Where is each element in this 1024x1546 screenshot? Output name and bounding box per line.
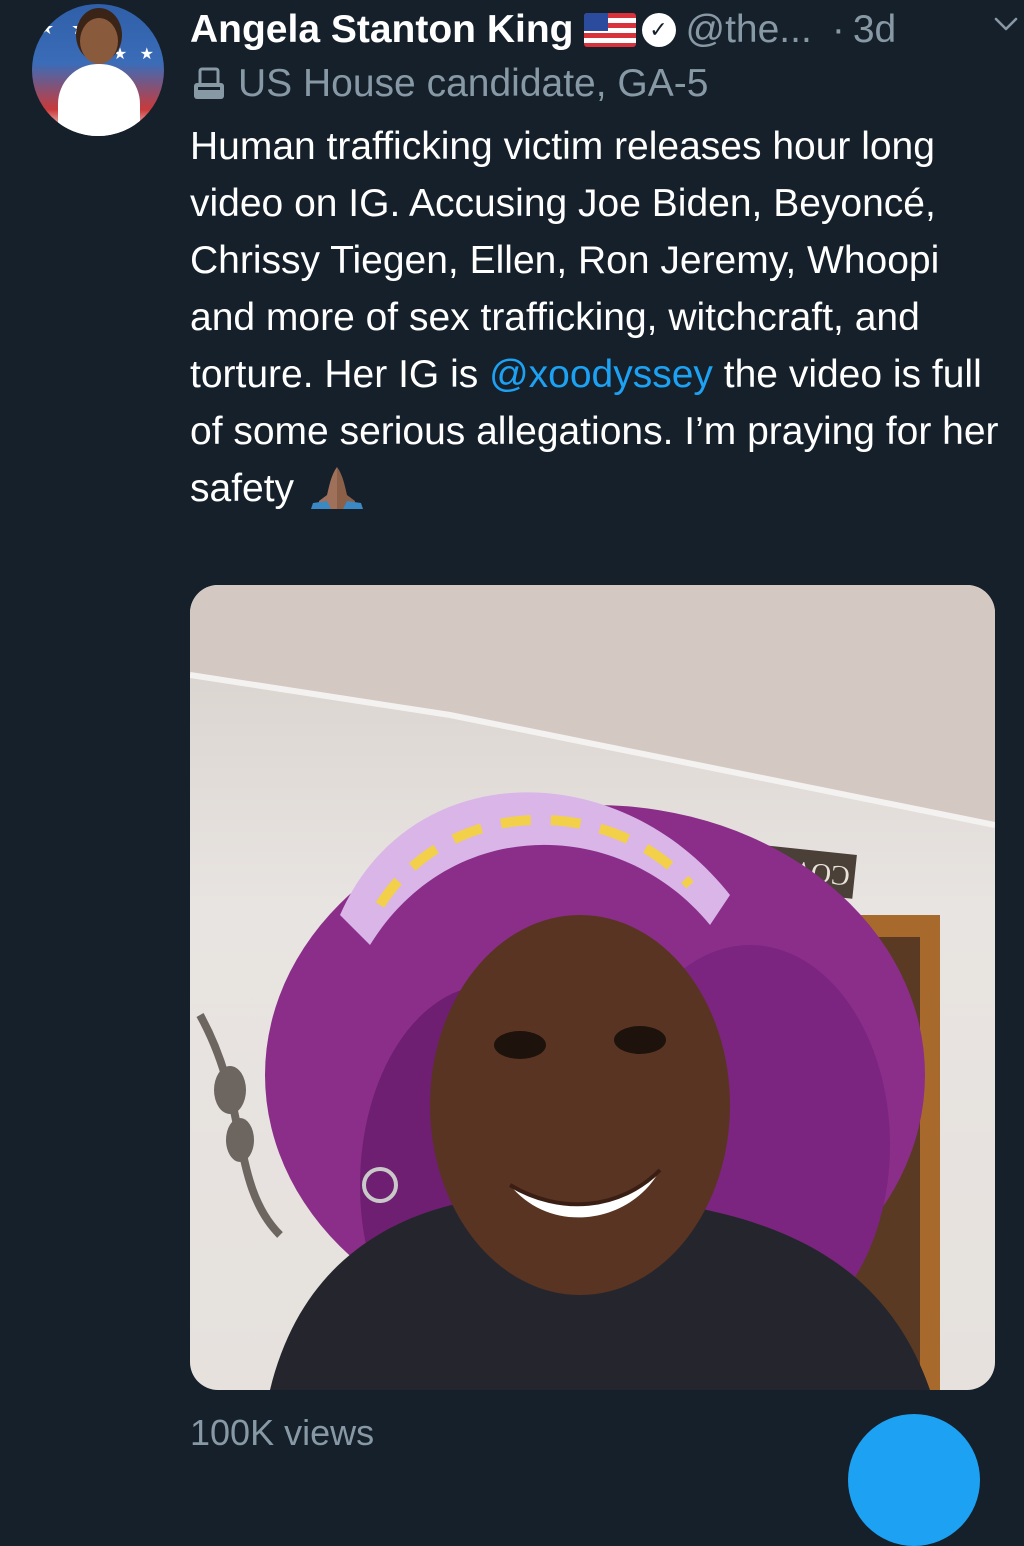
compose-tweet-button[interactable] (848, 1414, 980, 1546)
ballot-box-icon (194, 67, 224, 99)
tweet-timestamp[interactable]: 3d (853, 8, 896, 52)
avatar-head (80, 18, 118, 64)
us-flag-icon (583, 13, 636, 47)
tweet-header: Angela Stanton King ✓ @the... · 3d (190, 4, 994, 56)
video-frame: COWBOYS (190, 585, 995, 1390)
account-label: US House candidate, GA-5 (190, 58, 708, 110)
tweet-text: Human trafficking victim releases hour l… (190, 118, 1000, 517)
verified-badge-icon: ✓ (641, 13, 676, 47)
separator-dot: · (831, 8, 845, 51)
mention-link[interactable]: @xoodyssey (489, 353, 713, 396)
folded-hands-icon (310, 467, 363, 509)
label-text: US House candidate, GA-5 (238, 62, 709, 105)
author-handle[interactable]: @the... (686, 8, 812, 52)
author-name[interactable]: Angela Stanton King (190, 8, 574, 52)
avatar-body (58, 64, 140, 136)
view-count: 100K views (190, 1412, 375, 1453)
avatar[interactable]: ★ ★ ★ ★ ★ (32, 4, 164, 136)
chevron-down-icon[interactable] (992, 10, 1020, 38)
video-player[interactable]: COWBOYS (190, 585, 995, 1390)
star-decoration-icon: ★ ★ (112, 46, 158, 63)
